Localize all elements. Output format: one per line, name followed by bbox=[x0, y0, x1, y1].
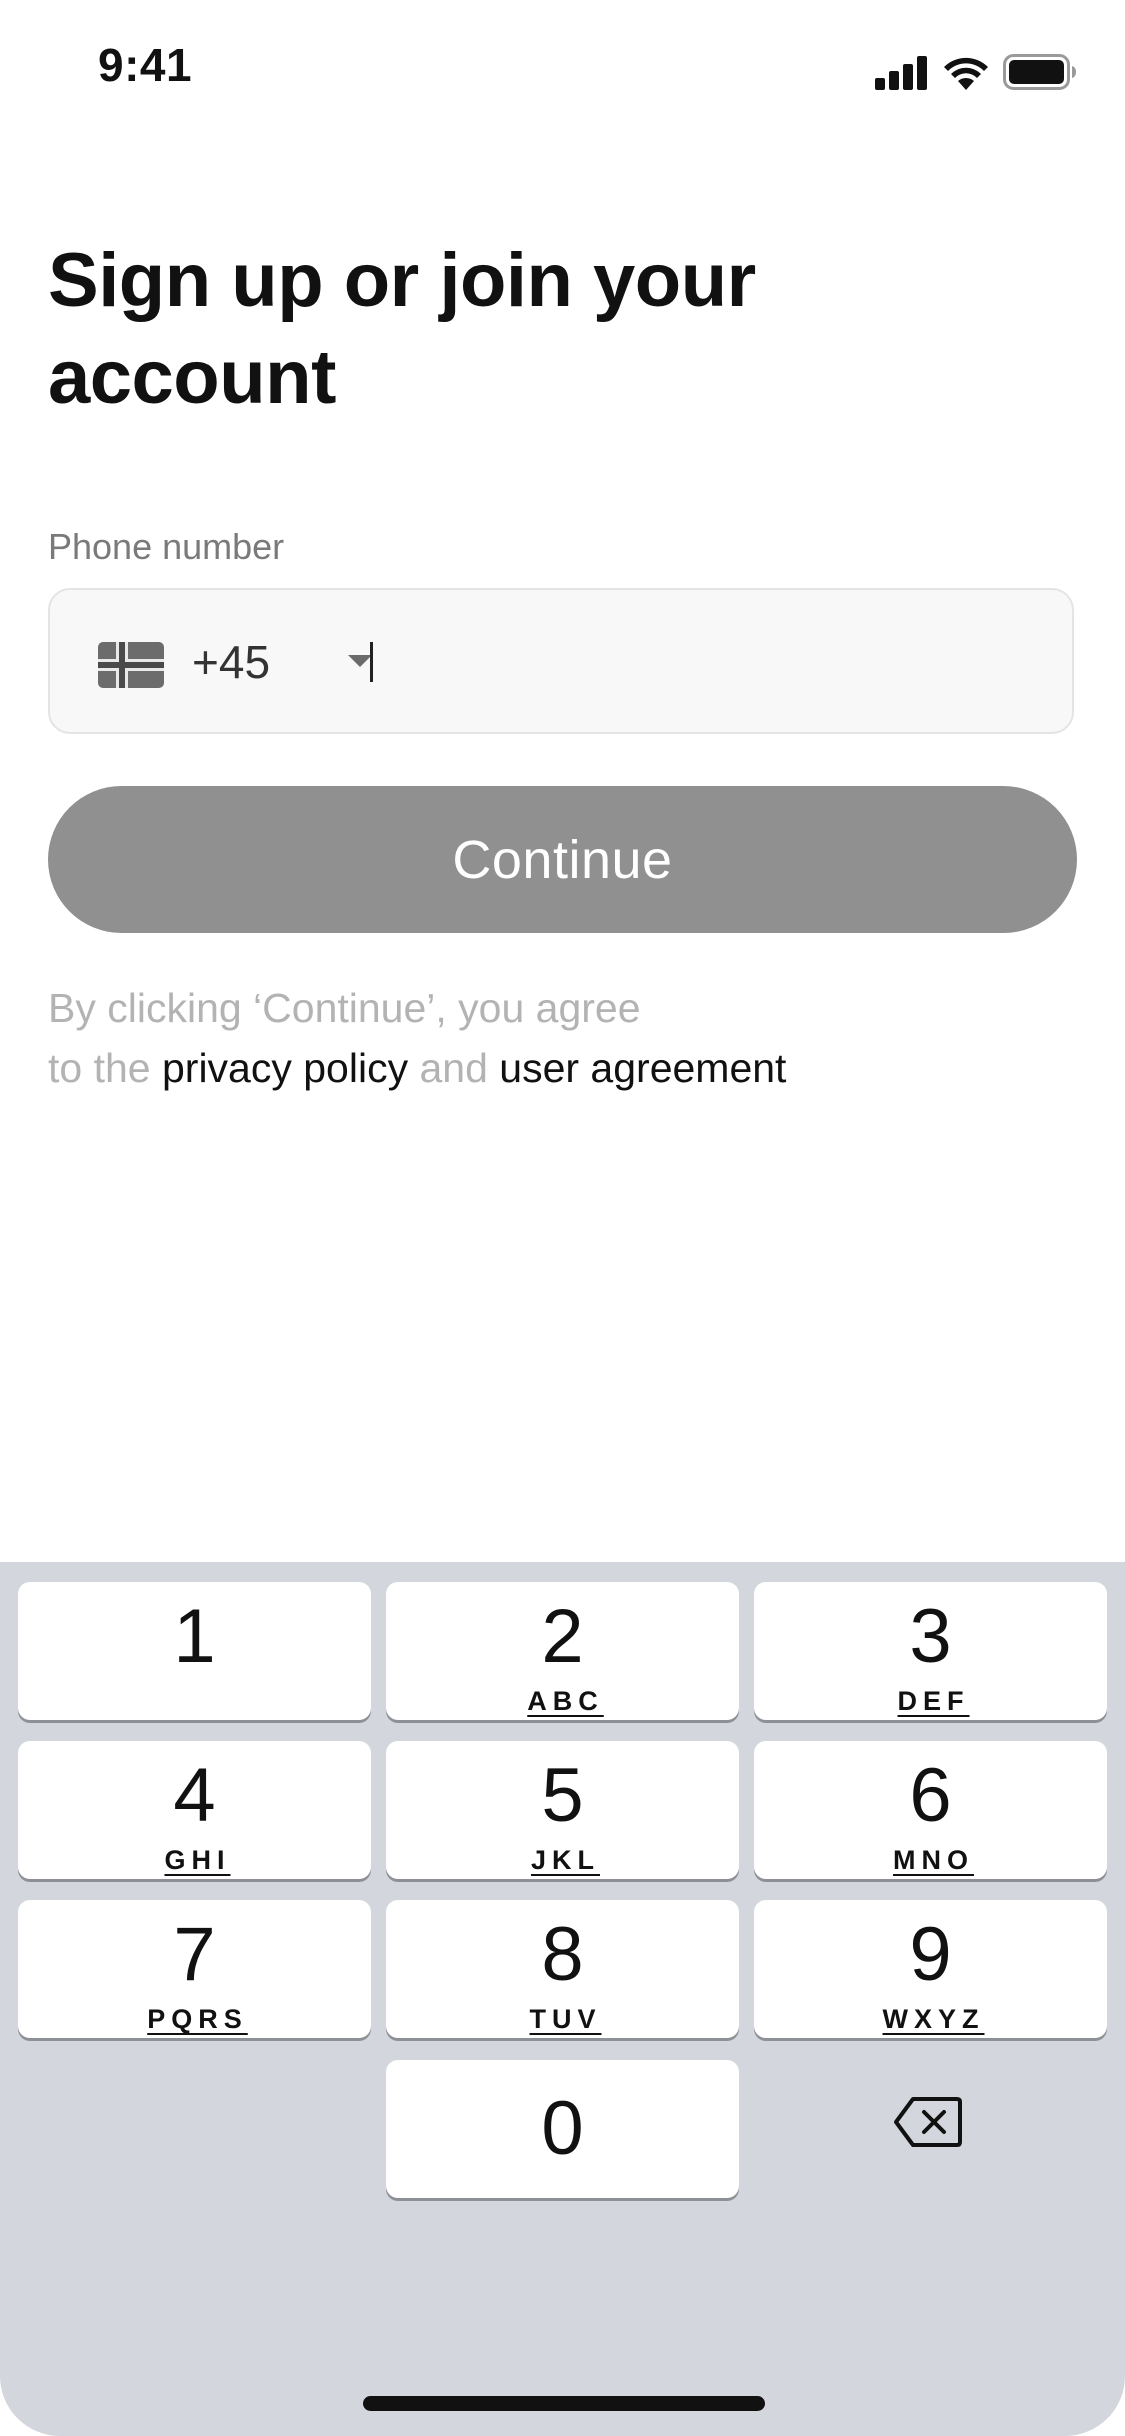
wifi-icon bbox=[944, 57, 988, 90]
key-digit: 1 bbox=[173, 1594, 216, 1679]
text-cursor[interactable] bbox=[370, 642, 373, 682]
home-indicator bbox=[363, 2396, 765, 2411]
key-letters: DEF bbox=[897, 1686, 970, 1716]
key-digit: 2 bbox=[541, 1594, 584, 1679]
key-0[interactable]: 0 bbox=[386, 2060, 739, 2198]
key-2[interactable]: 2 ABC bbox=[386, 1582, 739, 1720]
key-letters: PQRS bbox=[147, 2004, 248, 2034]
key-7[interactable]: 7 PQRS bbox=[18, 1900, 371, 2038]
key-digit: 9 bbox=[909, 1912, 952, 1997]
backspace-icon[interactable] bbox=[893, 2096, 963, 2148]
key-digit: 5 bbox=[541, 1753, 584, 1838]
key-digit: 3 bbox=[909, 1594, 952, 1679]
key-3[interactable]: 3 DEF bbox=[754, 1582, 1107, 1720]
user-agreement-link[interactable]: user agreement bbox=[499, 1045, 786, 1091]
key-letters: GHI bbox=[164, 1845, 231, 1875]
key-letters: TUV bbox=[529, 2004, 602, 2034]
cellular-signal-icon bbox=[875, 56, 927, 90]
key-letters: WXYZ bbox=[882, 2004, 985, 2034]
country-code-selector[interactable]: +45 bbox=[192, 635, 270, 689]
key-6[interactable]: 6 MNO bbox=[754, 1741, 1107, 1879]
status-bar: 9:41 bbox=[0, 0, 1125, 140]
key-4[interactable]: 4 GHI bbox=[18, 1741, 371, 1879]
key-letters: JKL bbox=[530, 1845, 600, 1875]
battery-icon bbox=[1003, 54, 1076, 90]
key-letters: ABC bbox=[527, 1686, 604, 1716]
terms-line-2: to the privacy policy and user agreement bbox=[48, 1038, 786, 1098]
key-9[interactable]: 9 WXYZ bbox=[754, 1900, 1107, 2038]
numeric-keypad: 1 2 ABC 3 DEF 4 GHI 5 JKL 6 MNO 7 PQRS 8… bbox=[0, 1562, 1125, 2436]
status-time: 9:41 bbox=[98, 39, 193, 91]
privacy-policy-link[interactable]: privacy policy bbox=[162, 1045, 408, 1091]
terms-prefix: to the bbox=[48, 1045, 162, 1091]
terms-and: and bbox=[408, 1045, 500, 1091]
phone-number-label: Phone number bbox=[48, 526, 285, 567]
key-8[interactable]: 8 TUV bbox=[386, 1900, 739, 2038]
continue-button[interactable]: Continue bbox=[48, 786, 1077, 933]
status-icons bbox=[875, 50, 1077, 90]
key-letters: MNO bbox=[893, 1845, 974, 1875]
terms-line-1: By clicking ‘Continue’, you agree bbox=[48, 985, 641, 1031]
key-1[interactable]: 1 bbox=[18, 1582, 371, 1720]
key-digit: 4 bbox=[173, 1753, 216, 1838]
key-digit: 0 bbox=[541, 2086, 584, 2171]
key-5[interactable]: 5 JKL bbox=[386, 1741, 739, 1879]
key-digit: 7 bbox=[173, 1912, 216, 1997]
key-digit: 8 bbox=[541, 1912, 584, 1997]
chevron-down-icon[interactable] bbox=[348, 655, 372, 669]
key-digit: 6 bbox=[909, 1753, 952, 1838]
page-title: Sign up or join your account bbox=[48, 238, 756, 420]
norway-flag-icon bbox=[98, 642, 164, 688]
terms-text: By clicking ‘Continue’, you agree to the… bbox=[48, 978, 786, 1098]
phone-number-field[interactable]: +45 bbox=[48, 588, 1074, 734]
